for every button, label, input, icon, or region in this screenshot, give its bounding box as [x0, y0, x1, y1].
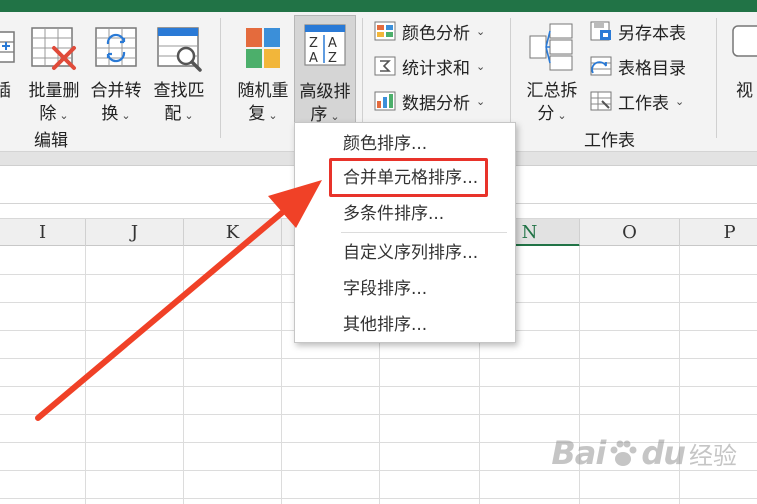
summarize-split-label-1: 汇总拆 [526, 81, 578, 101]
menu-item-other-sort[interactable]: 其他排序... [295, 308, 515, 342]
chevron-down-icon: ⌄ [268, 109, 278, 122]
batch-delete-button[interactable]: 批量删 除 ⌄ [24, 20, 84, 128]
view-button[interactable]: 视 [726, 20, 757, 128]
watermark-sub: 经验 [689, 441, 737, 470]
batch-delete-label-2: 除 ⌄ [24, 103, 84, 127]
random-repeat-label-1: 随机重 [237, 81, 289, 101]
random-repeat-label-2-text: 复 [248, 104, 266, 124]
batch-delete-icon [30, 22, 78, 76]
color-analysis-icon [374, 21, 396, 41]
advanced-sort-button[interactable]: Z A A Z 高级排 序 ⌄ [294, 15, 356, 125]
batch-delete-label-2-text: 除 [39, 104, 57, 124]
grid-line [0, 498, 757, 499]
grid-line [0, 358, 757, 359]
paw-icon [610, 440, 637, 466]
random-repeat-button[interactable]: 随机重 复 ⌄ [232, 20, 294, 128]
column-header-k[interactable]: K [184, 219, 282, 247]
grid-line [0, 414, 757, 415]
menu-separator [341, 232, 507, 233]
ribbon-separator [716, 18, 717, 138]
group-label-edit: 编辑 [34, 131, 68, 151]
merge-convert-icon [94, 22, 140, 76]
save-sheet-icon [590, 21, 612, 41]
random-repeat-label-2: 复 ⌄ [232, 103, 294, 127]
color-analysis-label: 颜色分析 [402, 23, 470, 44]
find-match-label-2-text: 配 [164, 104, 182, 124]
statistics-sum-button[interactable]: 统计求和 ⌄ [374, 51, 485, 81]
ribbon-separator [510, 18, 511, 138]
chevron-down-icon: ⌄ [184, 109, 194, 122]
menu-item-color-sort[interactable]: 颜色排序... [295, 127, 515, 161]
chevron-down-icon: ⌄ [59, 109, 69, 122]
summarize-split-icon [528, 22, 576, 76]
insert-icon [0, 24, 20, 72]
column-header-j[interactable]: J [86, 219, 184, 247]
view-button-label: 视 [736, 81, 753, 101]
chevron-down-icon: ⌄ [476, 59, 486, 73]
worksheet-icon [590, 91, 612, 111]
advanced-sort-dropdown: 颜色排序... 合并单元格排序... 多条件排序... 自定义序列排序... 字… [294, 122, 516, 343]
statistics-sum-icon [374, 56, 396, 76]
find-match-icon [156, 22, 204, 76]
save-sheet-button[interactable]: 另存本表 [590, 16, 686, 46]
svg-text:A: A [328, 36, 337, 51]
menu-item-field-sort[interactable]: 字段排序... [295, 272, 515, 306]
insert-button-label: 插 [0, 81, 11, 101]
chevron-down-icon: ⌄ [557, 109, 567, 122]
chevron-down-icon: ⌄ [476, 94, 486, 108]
color-analysis-button[interactable]: 颜色分析 ⌄ [374, 16, 485, 46]
find-match-button[interactable]: 查找匹 配 ⌄ [148, 20, 210, 128]
data-analysis-label: 数据分析 [402, 93, 470, 114]
statistics-sum-label: 统计求和 [402, 58, 470, 79]
grid-line [0, 386, 757, 387]
svg-text:Z: Z [309, 36, 318, 51]
merge-convert-button[interactable]: 合并转 换 ⌄ [86, 20, 146, 128]
merge-convert-label-2-text: 换 [101, 104, 119, 124]
summarize-split-label-2: 分 ⌄ [520, 103, 584, 127]
title-bar-strip [0, 0, 757, 12]
advanced-sort-label-1: 高级排 [299, 82, 351, 102]
summarize-split-label-2-text: 分 [537, 104, 555, 124]
chevron-down-icon: ⌄ [675, 94, 685, 108]
chevron-down-icon: ⌄ [476, 24, 486, 38]
view-icon [732, 24, 757, 68]
grid-line [183, 246, 184, 504]
merge-convert-label-1: 合并转 [90, 81, 142, 101]
random-repeat-icon [244, 22, 284, 76]
watermark: Bai du 经验 [551, 434, 737, 472]
sort-az-icon: Z A A Z [304, 23, 348, 73]
grid-line [281, 246, 282, 504]
ribbon-separator [362, 18, 363, 138]
menu-item-multi-condition-sort[interactable]: 多条件排序... [295, 197, 515, 231]
sheet-directory-icon [590, 56, 612, 76]
find-match-label-2: 配 ⌄ [148, 103, 210, 127]
merge-convert-label-2: 换 ⌄ [86, 103, 146, 127]
svg-text:Z: Z [328, 51, 337, 66]
data-analysis-icon [374, 91, 396, 111]
column-header-p[interactable]: P [680, 219, 757, 247]
menu-item-custom-sequence-sort[interactable]: 自定义序列排序... [295, 236, 515, 270]
summarize-split-button[interactable]: 汇总拆 分 ⌄ [520, 20, 584, 128]
insert-button[interactable]: 插 [0, 20, 22, 128]
worksheet-label: 工作表 [618, 93, 669, 114]
column-header-o[interactable]: O [580, 219, 680, 247]
sheet-directory-label: 表格目录 [618, 58, 686, 79]
group-label-sheet: 工作表 [584, 131, 635, 151]
chevron-down-icon: ⌄ [121, 109, 131, 122]
ribbon-separator [220, 18, 221, 138]
watermark-brand-end: du [641, 434, 686, 472]
highlight-box [329, 158, 488, 197]
find-match-label-1: 查找匹 [153, 81, 205, 101]
sheet-directory-button[interactable]: 表格目录 [590, 51, 686, 81]
worksheet-menu-button[interactable]: 工作表 ⌄ [590, 86, 684, 116]
batch-delete-label-1: 批量删 [28, 81, 80, 101]
watermark-brand: Bai [551, 434, 606, 472]
column-header-i[interactable]: I [0, 219, 86, 247]
svg-text:A: A [309, 51, 318, 66]
data-analysis-button[interactable]: 数据分析 ⌄ [374, 86, 485, 116]
grid-line [85, 246, 86, 504]
save-sheet-label: 另存本表 [618, 23, 686, 44]
